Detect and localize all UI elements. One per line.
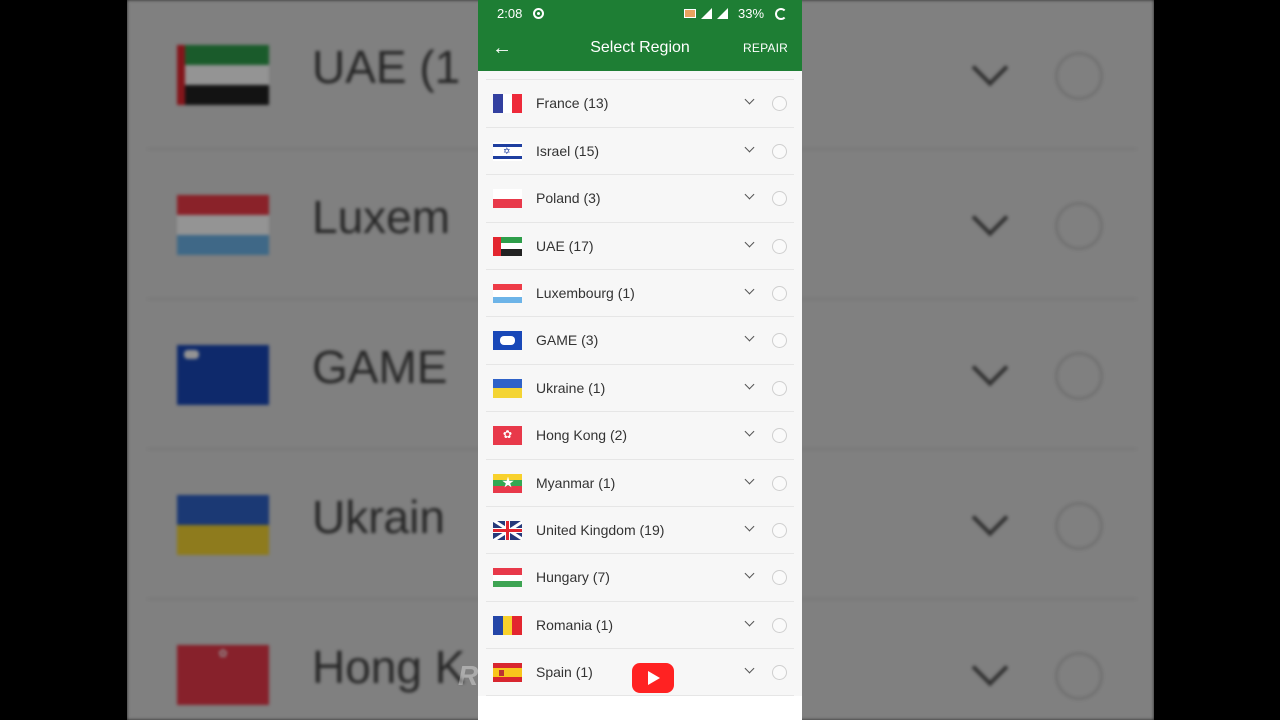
signal-icon (701, 8, 712, 19)
region-radio[interactable] (772, 333, 787, 349)
region-radio[interactable] (772, 238, 787, 254)
region-row[interactable]: UAE (17) (478, 222, 802, 271)
region-row[interactable]: ✿ Hong Kong (2) (478, 412, 802, 460)
region-row[interactable]: France (13) (478, 80, 802, 129)
chevron-down-icon[interactable] (744, 616, 755, 627)
chevron-down-icon[interactable] (744, 284, 755, 295)
watermark-logo: R (458, 660, 479, 691)
region-label: UAE (17) (536, 237, 594, 254)
france-flag-icon (493, 94, 522, 114)
region-label: United Kingdom (19) (536, 521, 665, 538)
luxembourg-flag-icon (493, 283, 522, 303)
chevron-down-icon[interactable] (744, 521, 755, 532)
region-radio[interactable] (772, 475, 787, 491)
region-radio[interactable] (772, 380, 787, 396)
repair-button[interactable]: REPAIR (743, 41, 788, 55)
chevron-down-icon[interactable] (744, 94, 755, 105)
chevron-down-icon[interactable] (744, 142, 755, 153)
chevron-down-icon[interactable] (744, 568, 755, 579)
hungary-flag-icon (493, 568, 522, 588)
region-label: Israel (15) (536, 142, 600, 159)
chevron-down-icon[interactable] (744, 237, 755, 248)
region-label: Ukraine (1) (536, 379, 606, 396)
youtube-logo-icon (632, 663, 674, 693)
chevron-down-icon[interactable] (744, 474, 755, 484)
phone-screen: 2:08 33% ← Select Region REPAIR Canada (… (478, 0, 802, 720)
region-label: GAME (3) (536, 332, 599, 349)
region-row[interactable]: Canada (4) (478, 71, 802, 81)
region-row[interactable]: United Kingdom (19) (478, 506, 802, 555)
region-radio[interactable] (772, 522, 787, 538)
region-label: France (13) (536, 95, 609, 112)
region-radio[interactable] (772, 285, 787, 301)
region-radio[interactable] (772, 665, 787, 681)
region-row[interactable]: Hungary (7) (478, 554, 802, 603)
region-row[interactable]: Poland (3) (478, 175, 802, 223)
chevron-down-icon[interactable] (744, 379, 755, 390)
uk-flag-icon (493, 520, 522, 540)
region-label: Hungary (7) (536, 569, 610, 586)
region-label: Spain (1) (536, 664, 593, 681)
status-bar: 2:08 33% (478, 0, 802, 27)
ukraine-flag-icon (493, 378, 522, 398)
region-row[interactable]: Ukraine (1) (478, 364, 802, 413)
israel-flag-icon: ✡ (493, 141, 522, 161)
uae-flag-icon (493, 236, 522, 256)
region-label: Poland (3) (536, 190, 601, 207)
poland-flag-icon (493, 189, 522, 209)
region-radio[interactable] (772, 191, 787, 207)
chevron-down-icon[interactable] (744, 331, 755, 342)
region-label: Romania (1) (536, 616, 614, 633)
region-row[interactable]: Luxembourg (1) (478, 269, 802, 318)
region-radio[interactable] (772, 570, 787, 586)
region-list[interactable]: Canada (4) France (13) ✡ Israel (15) Poland … (478, 71, 802, 720)
sim-icon (684, 9, 696, 18)
battery-icon (775, 8, 787, 20)
region-row[interactable]: ✡ Israel (15) (478, 127, 802, 176)
signal-icon-2 (717, 8, 728, 19)
status-time: 2:08 (497, 6, 523, 21)
video-frame: UAE (1 Luxem GAME Ukrain ✿ Hong K 2:08 33% ← … (0, 0, 1280, 720)
myanmar-flag-icon (493, 473, 522, 493)
region-row[interactable]: Myanmar (1) (478, 459, 802, 508)
chevron-down-icon[interactable] (744, 189, 755, 200)
romania-flag-icon (493, 615, 522, 635)
region-row[interactable]: Romania (1) (478, 601, 802, 650)
chevron-down-icon[interactable] (744, 663, 755, 674)
game-flag-icon (493, 331, 522, 351)
battery-percent: 33% (738, 6, 765, 21)
region-label: Luxembourg (1) (536, 284, 635, 301)
region-label: Hong Kong (2) (536, 427, 628, 444)
app-bar: ← Select Region REPAIR (478, 27, 802, 71)
region-radio[interactable] (772, 428, 787, 444)
region-radio[interactable] (772, 96, 787, 112)
region-label: Myanmar (1) (536, 474, 616, 491)
region-radio[interactable] (772, 617, 787, 633)
spain-flag-icon (493, 663, 522, 683)
record-icon (533, 8, 544, 19)
region-radio[interactable] (772, 143, 787, 159)
chevron-down-icon[interactable] (744, 426, 755, 437)
region-row[interactable]: GAME (3) (478, 317, 802, 366)
hongkong-flag-icon: ✿ (493, 426, 522, 446)
